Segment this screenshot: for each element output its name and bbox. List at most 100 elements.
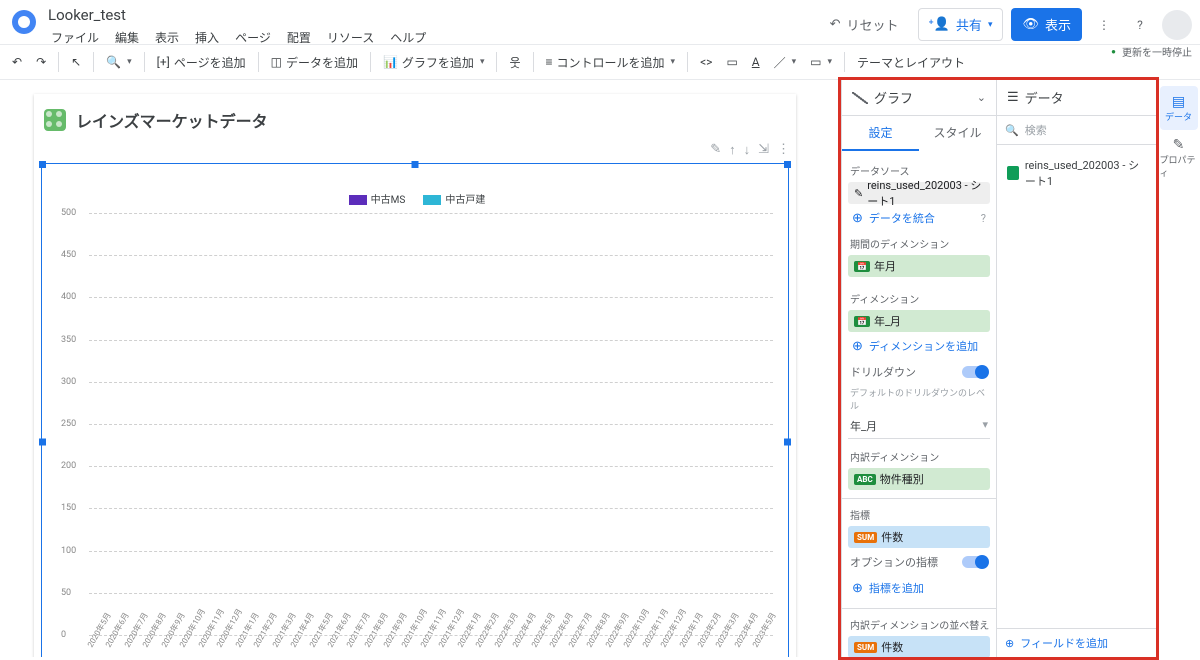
y-tick-label: 450 [61,250,76,260]
breakdown-chip[interactable]: ABC物件種別 [848,468,990,490]
add-field-button[interactable]: フィールドを追加 [997,628,1156,657]
menu-edit[interactable]: 編集 [108,26,146,49]
tab-setup[interactable]: 設定 [842,116,919,151]
community-viz-button[interactable]: 웃 [503,48,526,76]
y-tick-label: 100 [61,546,76,556]
data-search[interactable]: 🔍検索 [997,116,1156,145]
datasource-item[interactable]: reins_used_202003 - シート1 [1003,151,1150,195]
y-tick-label: 200 [61,461,76,471]
gridline [89,508,773,509]
graph-panel: グラフ ⌄ 設定 スタイル データソース ✎reins_used_202003 … [841,80,996,657]
undo-button[interactable]: ↶ [6,48,28,76]
view-button[interactable]: 👁表示 [1011,8,1082,41]
data-panel-header: ☰データ [997,80,1156,116]
menu-arrange[interactable]: 配置 [280,26,318,49]
add-data-button[interactable]: ◫ データを追加 [265,48,364,76]
zoom-tool[interactable]: 🔍 [100,48,137,76]
add-dimension-button[interactable]: ディメンションを追加 [848,334,990,358]
menu-file[interactable]: ファイル [44,26,106,49]
label-drilldown: ドリルダウン [850,364,916,380]
gridline [89,297,773,298]
optional-metric-toggle[interactable] [962,556,988,568]
sheets-icon [1007,166,1019,180]
selection-tool[interactable]: ↖ [65,48,87,76]
range-dim-chip[interactable]: 📅年月 [848,255,990,277]
sort-up-icon[interactable]: ↑ [729,142,736,158]
app-logo [12,10,36,34]
tab-style[interactable]: スタイル [919,116,996,151]
menu-insert[interactable]: 挿入 [188,26,226,49]
add-metric-button[interactable]: 指標を追加 [848,576,990,600]
menu-page[interactable]: ページ [228,26,278,49]
drilldown-hint: デフォルトのドリルダウンのレベル [850,386,988,412]
share-button[interactable]: ⁺👤共有▾ [918,8,1004,41]
y-tick-label: 400 [61,292,76,302]
chart-type-icon [852,92,868,104]
gridline [89,382,773,383]
y-tick-label: 350 [61,335,76,345]
blend-data-button[interactable]: データを統合? [848,206,990,230]
embed-button[interactable]: <> [694,48,718,76]
chart-card-toolbar: ✎ ↑ ↓ ⇲ ⋮ [710,142,790,158]
menu-help[interactable]: ヘルプ [383,26,433,49]
chart-plot: 中古MS中古戸建 050100150200250300350400450500 … [57,191,777,657]
text-button[interactable]: A [746,48,766,76]
menu-resource[interactable]: リソース [320,26,381,49]
gridline [89,551,773,552]
doc-title[interactable]: Looker_test [44,4,433,26]
graph-panel-header[interactable]: グラフ ⌄ [842,80,996,116]
help-button[interactable]: ? [1126,11,1154,39]
gridline [89,255,773,256]
account-avatar[interactable] [1162,10,1192,40]
label-optional-metric: オプションの指標 [850,554,938,570]
report-title: レインズマーケットデータ [76,108,268,132]
gridline [89,466,773,467]
dimension-chip[interactable]: 📅年_月 [848,310,990,332]
drilldown-toggle[interactable] [962,366,988,378]
image-button[interactable]: ▭ [720,48,743,76]
legend-item: 中古MS [349,191,406,206]
y-tick-label: 250 [61,419,76,429]
theme-layout-button[interactable]: テーマとレイアウト [851,48,971,76]
y-tick-label: 500 [61,208,76,218]
sort-down-icon[interactable]: ↓ [744,142,751,158]
canvas[interactable]: レインズマーケットデータ ✎ ↑ ↓ ⇲ ⋮ 中古MS中古戸建 05010015… [0,80,841,657]
redo-button[interactable]: ↷ [30,48,52,76]
add-control-button[interactable]: ≡ コントロールを追加 [540,48,682,76]
report-page[interactable]: レインズマーケットデータ ✎ ↑ ↓ ⇲ ⋮ 中古MS中古戸建 05010015… [34,94,796,657]
menu-view[interactable]: 表示 [148,26,186,49]
data-icon: ☰ [1007,90,1019,105]
datasource-chip[interactable]: ✎reins_used_202003 - シート1 [848,182,990,204]
menu-bar: ファイル 編集 表示 挿入 ページ 配置 リソース ヘルプ [44,26,433,49]
metric-chip[interactable]: SUM件数 [848,526,990,548]
chart-card[interactable]: 中古MS中古戸建 050100150200250300350400450500 … [42,164,788,657]
data-panel: ☰データ 🔍検索 reins_used_202003 - シート1 フィールドを… [996,80,1156,657]
add-page-button[interactable]: [+] ページを追加 [151,48,252,76]
report-logo-icon [44,109,66,131]
gridline [89,340,773,341]
add-chart-button[interactable]: 📊 グラフを追加 [377,48,491,76]
search-icon: 🔍 [1005,124,1019,137]
label-sort: 内訳ディメンションの並べ替え [850,617,990,632]
shape-button[interactable]: ▭ [804,48,838,76]
gridline [89,424,773,425]
label-dimension: ディメンション [850,291,990,306]
toolbar: ↶ ↷ ↖ 🔍 [+] ページを追加 ◫ データを追加 📊 グラフを追加 웃 ≡… [0,44,1200,80]
sort-metric-chip[interactable]: SUM件数 [848,636,990,657]
rail-data[interactable]: ▤データ [1160,86,1198,130]
gridline [89,593,773,594]
more-menu-button[interactable]: ⋮ [1090,11,1118,39]
refresh-status[interactable]: ●更新を一時停止 [1111,44,1192,59]
drilldown-level-select[interactable]: 年_月▾ [848,418,990,439]
y-tick-label: 50 [61,588,71,598]
y-tick-label: 300 [61,377,76,387]
line-button[interactable]: ／ [768,48,803,76]
kebab-icon[interactable]: ⋮ [777,142,790,158]
edit-icon[interactable]: ✎ [710,142,721,158]
chevron-down-icon: ⌄ [977,91,986,104]
y-tick-label: 150 [61,503,76,513]
export-icon[interactable]: ⇲ [758,142,769,158]
rail-properties[interactable]: ✎プロパティ [1160,136,1198,180]
gridline [89,213,773,214]
reset-button[interactable]: ↶リセット [819,8,910,41]
